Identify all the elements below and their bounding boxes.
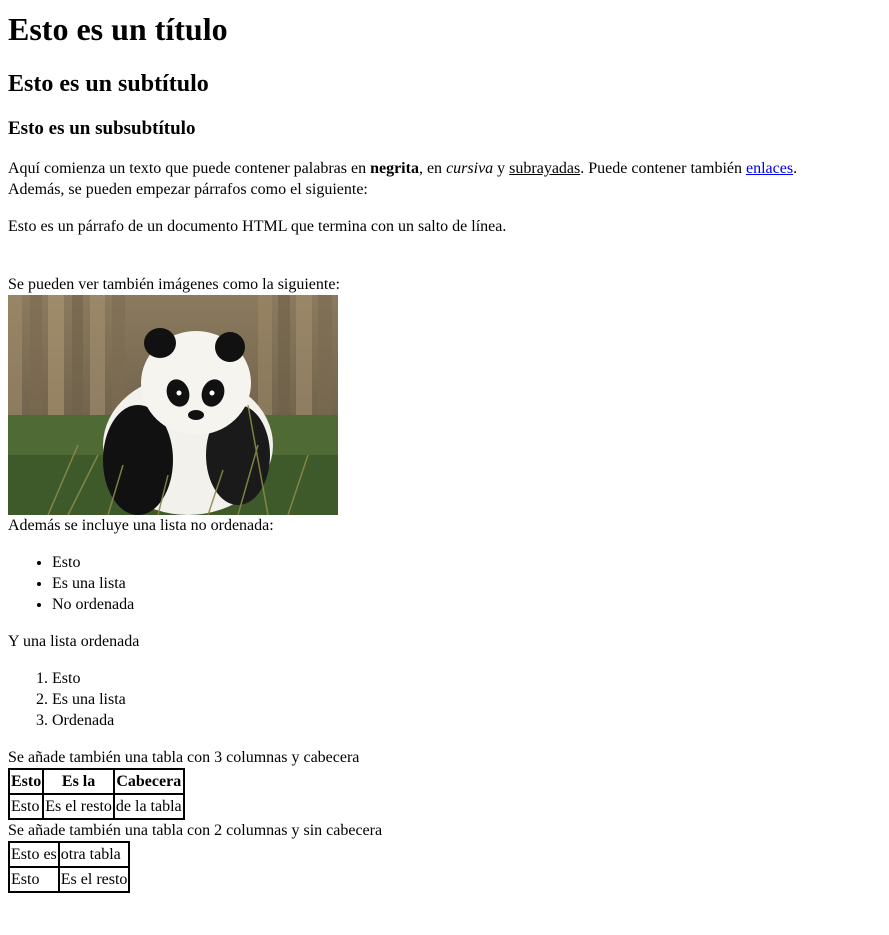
list-item: Esto — [52, 552, 881, 573]
panda-image — [8, 295, 338, 515]
table-cell: Esto — [9, 794, 44, 819]
links-link[interactable]: enlaces — [746, 160, 793, 177]
page-subsubtitle: Esto es un subsubtítulo — [8, 118, 196, 139]
ordered-intro: Y una lista ordenada — [8, 633, 140, 650]
intro-text-2: , en — [418, 160, 447, 177]
list-item: Esto — [52, 668, 881, 689]
intro-text-line2: Además, se pueden empezar párrafos como … — [8, 181, 368, 198]
intro-text-3: y — [493, 160, 510, 177]
intro-text-1: Aquí comienza un texto que puede contene… — [8, 160, 371, 177]
document: Esto es un título Esto es un subtítulo E… — [0, 11, 889, 893]
table-cell: Es el resto — [43, 794, 114, 819]
table2-intro: Se añade también una tabla con 2 columna… — [8, 822, 383, 839]
table-row: Esto Es el resto — [9, 867, 130, 892]
table-row: Esto Es el resto de la tabla — [9, 794, 184, 819]
unordered-list: Esto Es una lista No ordenada — [8, 552, 881, 615]
table-header-row: Esto Es la Cabecera — [9, 769, 184, 794]
list-item: No ordenada — [52, 594, 881, 615]
list-item: Es una lista — [52, 573, 881, 594]
table1-intro: Se añade también una tabla con 3 columna… — [8, 749, 360, 766]
list-item: Ordenada — [52, 710, 881, 731]
intro-text-5: . — [793, 160, 798, 177]
table-header-cell: Es la — [43, 769, 114, 794]
page-subtitle: Esto es un subtítulo — [8, 71, 209, 97]
intro-paragraph: Aquí comienza un texto que puede contene… — [8, 158, 881, 200]
image-intro: Se pueden ver también imágenes como la s… — [8, 276, 340, 293]
table-cell: otra tabla — [58, 842, 130, 867]
table-cell: de la tabla — [113, 794, 184, 819]
intro-text-4: . Puede contener también — [580, 160, 746, 177]
underlined-word: subrayadas — [509, 160, 581, 177]
bold-word: negrita — [370, 160, 419, 177]
html-paragraph-text: Esto es un párrafo de un documento HTML … — [8, 218, 507, 235]
table-cell: Esto — [9, 867, 59, 892]
list-item: Es una lista — [52, 689, 881, 710]
table-cell: Es el resto — [58, 867, 130, 892]
table-header-cell: Esto — [9, 769, 44, 794]
list-intro: Además se incluye una lista no ordenada: — [8, 517, 274, 534]
italic-word: cursiva — [446, 160, 494, 177]
table-cell: Esto es — [9, 842, 59, 867]
page-title: Esto es un título — [8, 11, 228, 47]
ordered-list: Esto Es una lista Ordenada — [8, 668, 881, 731]
header-table: Esto Es la Cabecera Esto Es el resto de … — [8, 768, 185, 820]
table-row: Esto es otra tabla — [9, 842, 130, 867]
plain-table: Esto es otra tabla Esto Es el resto — [8, 841, 131, 893]
html-paragraph: Esto es un párrafo de un documento HTML … — [8, 216, 881, 237]
table-header-cell: Cabecera — [113, 769, 184, 794]
